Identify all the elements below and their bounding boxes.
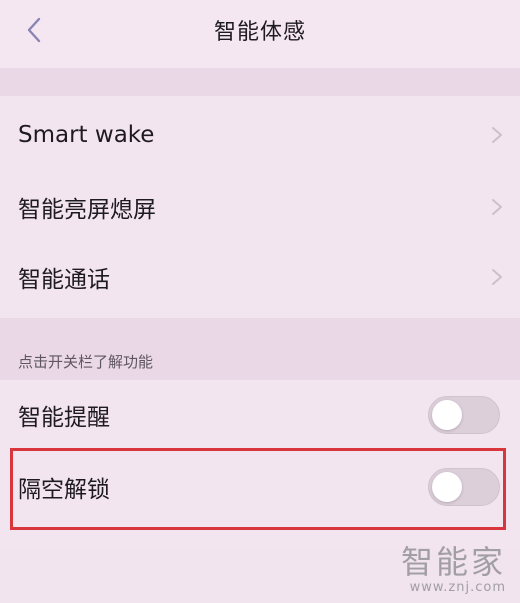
chevron-right-icon <box>492 127 502 143</box>
toggle-list: 智能提醒 隔空解锁 <box>0 380 520 550</box>
settings-list: Smart wake 智能亮屏熄屏 智能通话 <box>0 96 520 318</box>
nav-header: 智能体感 <box>0 0 520 68</box>
air-unlock-toggle[interactable] <box>428 468 500 506</box>
toggle-label: 智能提醒 <box>18 405 110 431</box>
settings-item-label: 智能通话 <box>18 267 110 293</box>
page-title: 智能体感 <box>213 20 306 45</box>
toggle-row-air-unlock[interactable]: 隔空解锁 <box>0 452 520 522</box>
toggle-knob <box>432 472 462 502</box>
section-hint: 点击开关栏了解功能 <box>18 353 154 371</box>
settings-item-smart-screen[interactable]: 智能亮屏熄屏 <box>0 172 520 242</box>
settings-item-label: 智能亮屏熄屏 <box>18 197 156 223</box>
toggle-row-smart-reminder[interactable]: 智能提醒 <box>0 380 520 450</box>
chevron-right-icon <box>492 269 502 285</box>
toggle-knob <box>432 400 462 430</box>
section-divider <box>0 68 520 96</box>
toggle-label: 隔空解锁 <box>18 477 110 503</box>
watermark-brand: 智能家 <box>400 543 506 581</box>
settings-item-smart-wake[interactable]: Smart wake <box>0 100 520 170</box>
smart-reminder-toggle[interactable] <box>428 396 500 434</box>
settings-item-label: Smart wake <box>18 122 155 148</box>
settings-item-smart-call[interactable]: 智能通话 <box>0 242 520 312</box>
watermark-url: www.znj.com <box>409 580 506 595</box>
chevron-right-icon <box>492 199 502 215</box>
watermark: 智能家 www.znj.com <box>401 544 506 595</box>
